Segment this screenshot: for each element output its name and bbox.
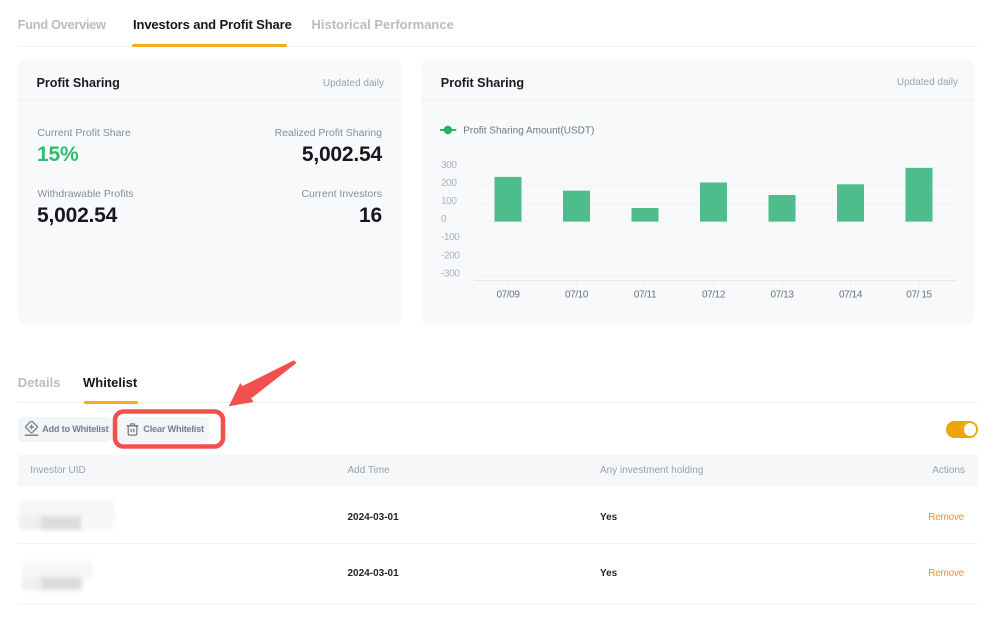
svg-text:07/09: 07/09 xyxy=(496,290,520,301)
svg-text:07/13: 07/13 xyxy=(770,290,794,301)
svg-text:07/14: 07/14 xyxy=(839,290,863,301)
svg-text:-100: -100 xyxy=(441,232,460,243)
svg-text:0: 0 xyxy=(441,214,447,225)
svg-text:07/11: 07/11 xyxy=(634,290,657,301)
svg-text:-200: -200 xyxy=(441,250,460,261)
svg-text:Profit Sharing Amount(USDT): Profit Sharing Amount(USDT) xyxy=(463,126,594,137)
svg-text:100: 100 xyxy=(441,196,457,207)
svg-text:300: 300 xyxy=(441,160,457,171)
svg-text:-300: -300 xyxy=(441,268,460,279)
svg-text:07/10: 07/10 xyxy=(565,290,589,301)
svg-text:07/ 15: 07/ 15 xyxy=(906,290,932,301)
svg-text:200: 200 xyxy=(441,178,457,189)
svg-text:07/12: 07/12 xyxy=(702,290,726,301)
